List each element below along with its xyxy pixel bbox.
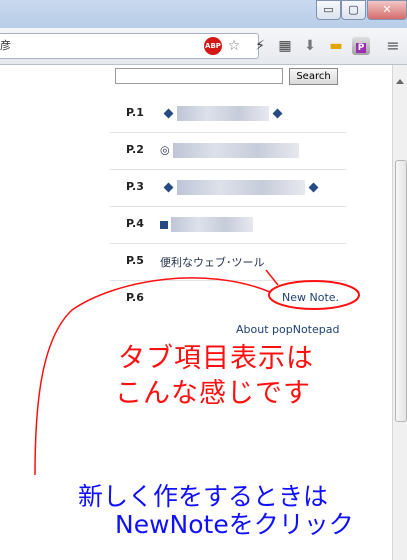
annotation-tab-line-2: こんな感じです bbox=[115, 378, 311, 409]
diamond-icon bbox=[163, 182, 174, 193]
blurred-title bbox=[177, 106, 269, 121]
maximize-button[interactable]: ▢ bbox=[341, 0, 366, 20]
browser-toolbar: 彦 ABP ☆ ⚡ ▦ ⬇ ▬ P ≡ bbox=[0, 28, 407, 65]
page-preview: 便利なウェブ･ツール bbox=[160, 256, 265, 269]
minimize-icon: ▭ bbox=[323, 3, 334, 16]
page-preview bbox=[160, 106, 286, 121]
page-label: P.6 bbox=[126, 291, 144, 304]
clipboard-icon[interactable]: ▦ bbox=[276, 37, 294, 55]
download-icon[interactable]: ⬇ bbox=[301, 37, 319, 55]
annotation-new-line-2: NewNoteをクリック bbox=[115, 510, 354, 539]
blurred-title bbox=[171, 217, 253, 232]
minimize-button[interactable]: ▭ bbox=[316, 0, 341, 20]
page-label: P.2 bbox=[126, 143, 144, 156]
page-label: P.1 bbox=[126, 106, 144, 119]
search-input[interactable] bbox=[115, 68, 283, 84]
page-row-6[interactable]: P.6 New Note. bbox=[110, 281, 346, 317]
scroll-up-icon[interactable] bbox=[396, 79, 404, 84]
search-button[interactable]: Search bbox=[289, 68, 338, 85]
note-icon[interactable]: ▬ bbox=[327, 37, 345, 55]
vertical-scrollbar[interactable] bbox=[392, 65, 407, 560]
star-icon[interactable]: ☆ bbox=[225, 37, 243, 55]
diamond-icon bbox=[308, 182, 319, 193]
page-row-3[interactable]: P.3 bbox=[110, 170, 346, 207]
blurred-title bbox=[172, 143, 299, 158]
page-label: P.5 bbox=[126, 254, 144, 267]
diamond-icon bbox=[163, 108, 174, 119]
square-icon bbox=[160, 220, 168, 229]
page-row-1[interactable]: P.1 bbox=[110, 96, 346, 133]
page-row-4[interactable]: P.4 bbox=[110, 207, 346, 244]
blurred-title bbox=[177, 180, 305, 195]
page-row-2[interactable]: P.2 ◎ bbox=[110, 133, 346, 170]
menu-icon[interactable]: ≡ bbox=[384, 37, 402, 55]
page-preview: ◎ bbox=[160, 143, 299, 158]
close-button[interactable]: ✕ bbox=[367, 0, 407, 20]
page-preview bbox=[160, 217, 253, 232]
close-icon: ✕ bbox=[382, 3, 392, 16]
new-note-link[interactable]: New Note. bbox=[282, 291, 339, 304]
page-row-5[interactable]: P.5 便利なウェブ･ツール bbox=[110, 244, 346, 281]
about-link[interactable]: About popNotepad bbox=[236, 323, 339, 336]
popnotepad-icon[interactable]: P bbox=[352, 37, 370, 55]
adblock-icon[interactable]: ABP bbox=[204, 37, 222, 55]
page-label: P.3 bbox=[126, 180, 144, 193]
page-preview bbox=[160, 180, 322, 195]
scrollbar-thumb[interactable] bbox=[395, 160, 407, 422]
annotation-new-line-1: 新しく作をするときは bbox=[78, 482, 329, 511]
bolt-icon[interactable]: ⚡ bbox=[251, 37, 269, 55]
window-title-bar: ▭ ▢ ✕ bbox=[0, 0, 407, 28]
diamond-icon bbox=[272, 108, 283, 119]
popnotepad-popup: Search P.1 P.2 ◎ P.3 P.4 P.5 便利なウェブ･ツール … bbox=[110, 65, 346, 355]
annotation-tab-line-1: タブ項目表示は bbox=[118, 343, 314, 374]
maximize-icon: ▢ bbox=[348, 3, 359, 16]
address-text: 彦 bbox=[0, 39, 11, 52]
page-label: P.4 bbox=[126, 217, 144, 230]
target-icon: ◎ bbox=[160, 143, 170, 157]
